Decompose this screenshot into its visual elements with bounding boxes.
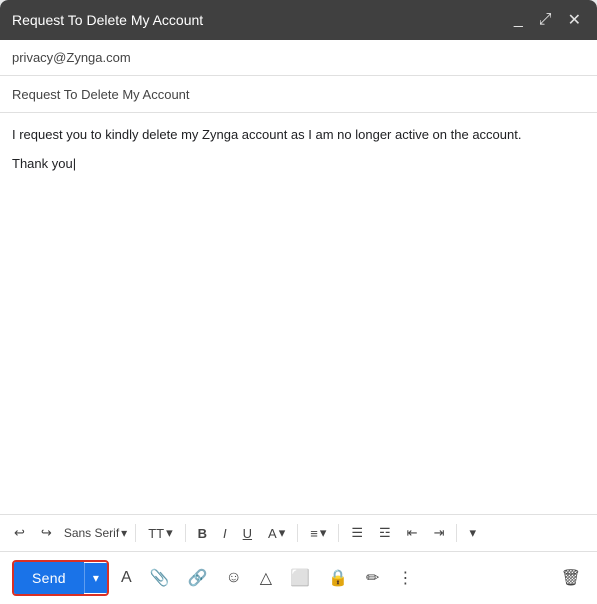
redo-button[interactable]: ↪ [35, 521, 58, 545]
minimize-icon[interactable]: _ [510, 9, 527, 31]
font-size-chevron-icon: ▾ [166, 525, 173, 541]
font-size-label: TT [148, 526, 164, 541]
bullet-list-icon: ☲ [379, 525, 391, 541]
font-color-chevron-icon: ▾ [279, 525, 286, 541]
italic-button[interactable]: I [217, 522, 233, 545]
indent-less-button[interactable]: ⇤ [401, 521, 424, 545]
to-value: privacy@Zynga.com [12, 50, 131, 65]
attach-file-icon[interactable]: 📎 [146, 564, 174, 592]
send-dropdown-button[interactable]: ▾ [84, 563, 107, 593]
send-button[interactable]: Send [14, 562, 84, 594]
close-icon[interactable]: ✕ [564, 8, 585, 32]
header-actions: _ ⤢ ✕ [510, 8, 585, 32]
compose-fields: privacy@Zynga.com Request To Delete My A… [0, 40, 597, 113]
font-family-label: Sans Serif [64, 526, 119, 540]
font-family-select[interactable]: Sans Serif ▾ [62, 522, 129, 544]
bold-button[interactable]: B [192, 522, 213, 545]
insert-photo-icon[interactable]: ⬜ [286, 564, 314, 592]
subject-value: Request To Delete My Account [12, 87, 190, 102]
signature-icon[interactable]: ✏ [362, 564, 383, 592]
underline-button[interactable]: U [237, 522, 258, 545]
numbered-list-button[interactable]: ☰ [345, 521, 369, 545]
compose-window: Request To Delete My Account _ ⤢ ✕ priva… [0, 0, 597, 604]
send-dropdown-chevron-icon: ▾ [93, 571, 99, 585]
more-formatting-chevron-icon: ▾ [469, 525, 476, 541]
separator-3 [297, 524, 298, 542]
font-family-chevron-icon: ▾ [121, 526, 127, 540]
formatting-toolbar: ↩ ↪ Sans Serif ▾ TT ▾ B I U A ▾ ≡ ▾ ☰ ☲ [0, 514, 597, 551]
body-line1: I request you to kindly delete my Zynga … [12, 125, 585, 146]
drive-icon[interactable]: △ [256, 564, 276, 592]
numbered-list-icon: ☰ [351, 525, 363, 541]
align-button[interactable]: ≡ ▾ [304, 521, 332, 545]
format-text-icon[interactable]: A [117, 565, 136, 591]
align-chevron-icon: ▾ [320, 525, 327, 541]
align-icon: ≡ [310, 526, 318, 541]
window-title: Request To Delete My Account [12, 12, 203, 28]
font-color-label: A [268, 526, 277, 541]
indent-more-icon: ⇥ [434, 525, 445, 541]
emoji-icon[interactable]: ☺ [221, 565, 245, 591]
font-size-button[interactable]: TT ▾ [142, 521, 178, 545]
font-color-button[interactable]: A ▾ [262, 521, 291, 545]
expand-icon[interactable]: ⤢ [535, 9, 556, 31]
separator-4 [338, 524, 339, 542]
indent-less-icon: ⇤ [407, 525, 418, 541]
compose-header: Request To Delete My Account _ ⤢ ✕ [0, 0, 597, 40]
body-line2: Thank you [12, 154, 585, 175]
undo-button[interactable]: ↩ [8, 521, 31, 545]
bullet-list-button[interactable]: ☲ [373, 521, 397, 545]
separator-5 [456, 524, 457, 542]
insert-link-icon[interactable]: 🔗 [184, 564, 212, 592]
bottom-toolbar: Send ▾ A 📎 🔗 ☺ △ ⬜ 🔒 ✏ ⋮ 🗑 [0, 551, 597, 604]
to-field: privacy@Zynga.com [0, 40, 597, 76]
discard-icon[interactable]: 🗑 [557, 564, 585, 592]
confidential-icon[interactable]: 🔒 [324, 564, 352, 592]
separator-1 [135, 524, 136, 542]
indent-more-button[interactable]: ⇥ [428, 521, 451, 545]
bottom-icons-group: A 📎 🔗 ☺ △ ⬜ 🔒 ✏ ⋮ [117, 564, 417, 592]
subject-field: Request To Delete My Account [0, 76, 597, 112]
send-group: Send ▾ [12, 560, 109, 596]
bottom-left-section: Send ▾ A 📎 🔗 ☺ △ ⬜ 🔒 ✏ ⋮ [12, 560, 417, 596]
compose-body[interactable]: I request you to kindly delete my Zynga … [0, 113, 597, 514]
more-options-icon[interactable]: ⋮ [393, 564, 417, 592]
separator-2 [185, 524, 186, 542]
more-formatting-button[interactable]: ▾ [463, 521, 482, 545]
